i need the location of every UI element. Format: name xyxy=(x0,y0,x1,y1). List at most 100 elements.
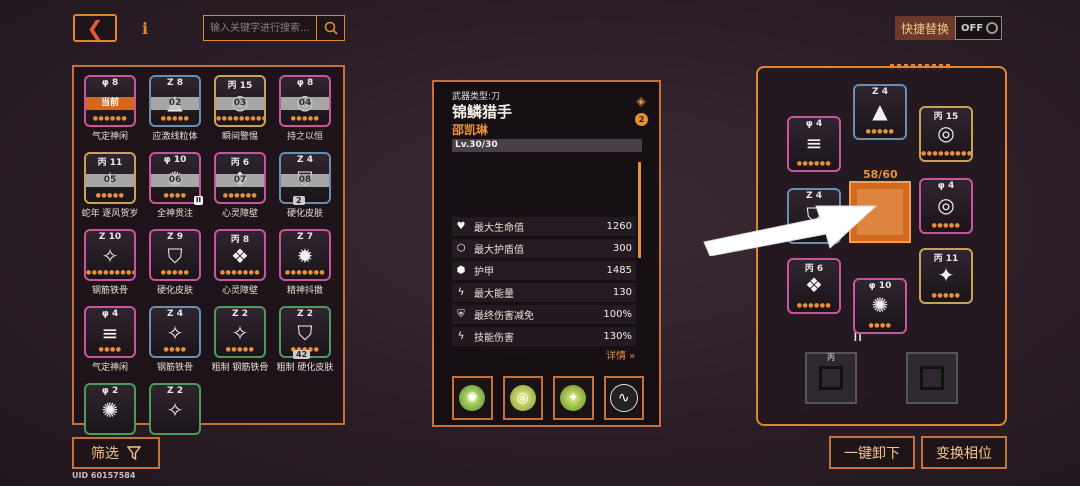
weapon-name: 锦鳞猎手 xyxy=(452,103,513,121)
module-tier: 丙 6 xyxy=(804,264,824,274)
module-item[interactable]: ✧ Z 10 ●●●●●●●●● 钢筋铁骨 xyxy=(82,229,138,306)
module-tier: Z 7 xyxy=(297,232,313,242)
module-name: 硬化皮肤 xyxy=(286,209,323,219)
module-card: ≡ φ 4 ●●●●●● xyxy=(787,116,841,172)
module-item[interactable]: ◎φ 4●●●●●持之以恒 xyxy=(919,178,975,258)
module-icon: ✹ xyxy=(296,244,314,268)
module-tier: Z 4 xyxy=(872,87,888,97)
level-bar: Lv.30/30 xyxy=(452,139,642,152)
detail-link[interactable]: 详情 » xyxy=(606,347,635,362)
stat-value: 1485 xyxy=(606,265,632,276)
swap-phase-button[interactable]: 变换相位 xyxy=(921,436,1007,469)
module-tier: φ 8 xyxy=(296,78,314,88)
stat-icon: ϟ xyxy=(457,287,465,298)
scrollbar[interactable] xyxy=(638,162,641,258)
module-tier: φ 10 xyxy=(868,281,892,291)
module-rarity-dots: ●●●● xyxy=(98,346,122,353)
module-rarity-dots: ●●●●●●●●● xyxy=(216,115,266,122)
toggle-switch[interactable]: OFF xyxy=(955,16,1003,40)
loadout-band: 08 xyxy=(281,174,329,187)
back-arrow-icon: ❮ xyxy=(86,16,104,40)
module-tier: φ 10 xyxy=(163,155,187,165)
inventory-panel: ≡φ 8●●●●●●当前气定神闲▲Z 8●●●●●02应激线粒体◎丙 15●●●… xyxy=(72,65,345,435)
stat-icon: ⬡ xyxy=(456,243,466,254)
module-item[interactable]: ✧ Z 2 ●●●●● 粗制 钢筋铁骨 xyxy=(212,306,268,383)
stack-count: 42 xyxy=(293,350,311,359)
module-item[interactable]: ◎丙 15●●●●●●●●●瞬间警惕 xyxy=(919,106,975,186)
quick-replace-toggle[interactable]: 快捷替换 OFF xyxy=(895,16,1007,40)
empty-slot-right[interactable] xyxy=(906,352,958,404)
stat-icon: ⬢ xyxy=(456,265,466,276)
empty-slot-left[interactable]: 丙 xyxy=(805,352,857,404)
module-icon: ❖ xyxy=(805,273,823,297)
module-card: ✧ Z 4 ●●●● xyxy=(149,306,201,358)
stat-row: ⬡ 最大护盾值 300 xyxy=(452,239,636,258)
module-tier: 丙 11 xyxy=(97,158,123,168)
module-item[interactable]: ◎φ 8●●●●●04持之以恒 xyxy=(277,75,333,152)
search-input[interactable] xyxy=(204,16,316,40)
module-rarity-dots: ●●●●● xyxy=(290,115,320,122)
module-tier: φ 2 xyxy=(101,386,119,396)
module-rarity-dots: ●●●●● xyxy=(160,269,190,276)
filter-button[interactable]: 筛选 xyxy=(72,437,160,469)
module-icon: ✺ xyxy=(871,293,889,317)
module-rarity-dots: ●●●●●● xyxy=(796,302,832,309)
module-rarity-dots: ●●●●●● xyxy=(796,160,832,167)
module-tier: 丙 15 xyxy=(227,81,253,91)
module-tier: 丙 11 xyxy=(933,254,959,264)
loadout-band: 03 xyxy=(216,97,264,110)
skill-slot-1[interactable]: ✺ xyxy=(452,376,493,420)
toggle-state: OFF xyxy=(961,22,984,34)
skill-slot-3[interactable]: ✦ xyxy=(553,376,594,420)
module-item[interactable]: ≡φ 8●●●●●●当前气定神闲 xyxy=(82,75,138,152)
module-item[interactable]: ⛉Z 408硬化皮肤2 xyxy=(277,152,333,229)
module-item[interactable]: ✺φ 10●●●●全神贯注II xyxy=(853,278,909,358)
module-icon: ◎ xyxy=(937,121,955,145)
unload-all-button[interactable]: 一键卸下 xyxy=(829,436,915,469)
module-item[interactable]: ✺φ 10●●●●06全神贯注II xyxy=(147,152,203,229)
module-name: 心灵障壁 xyxy=(221,209,258,219)
toggle-knob xyxy=(986,22,999,34)
module-rarity-dots: ●●●● xyxy=(163,192,187,199)
module-name: 精神抖擞 xyxy=(286,286,323,296)
module-item[interactable]: ▲Z 8●●●●●02应激线粒体 xyxy=(147,75,203,152)
vortex-skill-icon: ✦ xyxy=(560,385,587,411)
module-name: 气定神闲 xyxy=(91,363,128,373)
stats-list: ♥ 最大生命值 1260 ⬡ 最大护盾值 300 ⬢ 护甲 1485 ϟ 最大能量 130 ⛨ 最终伤害减… xyxy=(452,217,636,349)
module-item[interactable]: ✹ Z 7 ●●●●●●● 精神抖擞 xyxy=(277,229,333,306)
module-item[interactable]: ❖丙 6●●●●●●07心灵障壁 xyxy=(212,152,268,229)
module-tier: Z 4 xyxy=(167,309,183,319)
stat-label: 技能伤害 xyxy=(474,333,514,344)
module-rarity-dots: ●●●● xyxy=(868,322,892,329)
module-item[interactable]: ✧ Z 4 ●●●● 钢筋铁骨 xyxy=(147,306,203,383)
module-item[interactable]: ≡ φ 4 ●●●● 气定神闲 xyxy=(82,306,138,383)
module-item[interactable]: ≡φ 4●●●●●●气定神闲 xyxy=(787,116,843,196)
search-icon xyxy=(324,21,338,35)
module-item[interactable]: ❖ 丙 8 ●●●●●●● 心灵障壁 xyxy=(212,229,268,306)
stat-label: 最终伤害减免 xyxy=(474,311,534,322)
module-item[interactable]: ◎丙 15●●●●●●●●●03瞬间警惕 xyxy=(212,75,268,152)
skill-slot-2[interactable]: ◎ xyxy=(502,376,543,420)
back-button[interactable]: ❮ xyxy=(73,14,117,42)
info-icon[interactable]: i xyxy=(138,18,152,38)
module-card: ❖ 丙 8 ●●●●●●● xyxy=(214,229,266,281)
module-item[interactable]: ⛉ Z 9 ●●●●● 硬化皮肤 xyxy=(147,229,203,306)
module-rarity-dots: ●●●● xyxy=(163,346,187,353)
module-item[interactable]: ✦丙 11●●●●●蛇年 逐风贺岁 xyxy=(919,248,975,328)
module-item[interactable]: ▲Z 4●●●●●应激线粒体 xyxy=(853,84,909,164)
skill-slot-4[interactable]: ∿ xyxy=(603,376,644,420)
stat-label: 最大能量 xyxy=(474,289,514,300)
module-rarity-dots: ●●●●●● xyxy=(92,115,128,122)
module-tier: 丙 15 xyxy=(933,112,959,122)
module-item[interactable]: ⛉Z 2●●●●●粗制 硬化皮肤42 xyxy=(277,306,333,383)
module-icon: ✦ xyxy=(937,263,955,287)
module-item[interactable]: ❖丙 6●●●●●●心灵障壁 xyxy=(787,258,843,338)
spiral-skill-icon: ✺ xyxy=(459,385,486,411)
module-icon: ⛉ xyxy=(297,321,313,345)
module-item[interactable]: ✦丙 11●●●●●05蛇年 逐风贺岁 xyxy=(82,152,138,229)
stat-icon: ⛨ xyxy=(457,309,465,320)
module-tier: φ 4 xyxy=(805,119,823,129)
search-button[interactable] xyxy=(316,16,344,40)
search-box[interactable] xyxy=(203,15,345,41)
swirl-skill-icon: ◎ xyxy=(509,385,536,411)
